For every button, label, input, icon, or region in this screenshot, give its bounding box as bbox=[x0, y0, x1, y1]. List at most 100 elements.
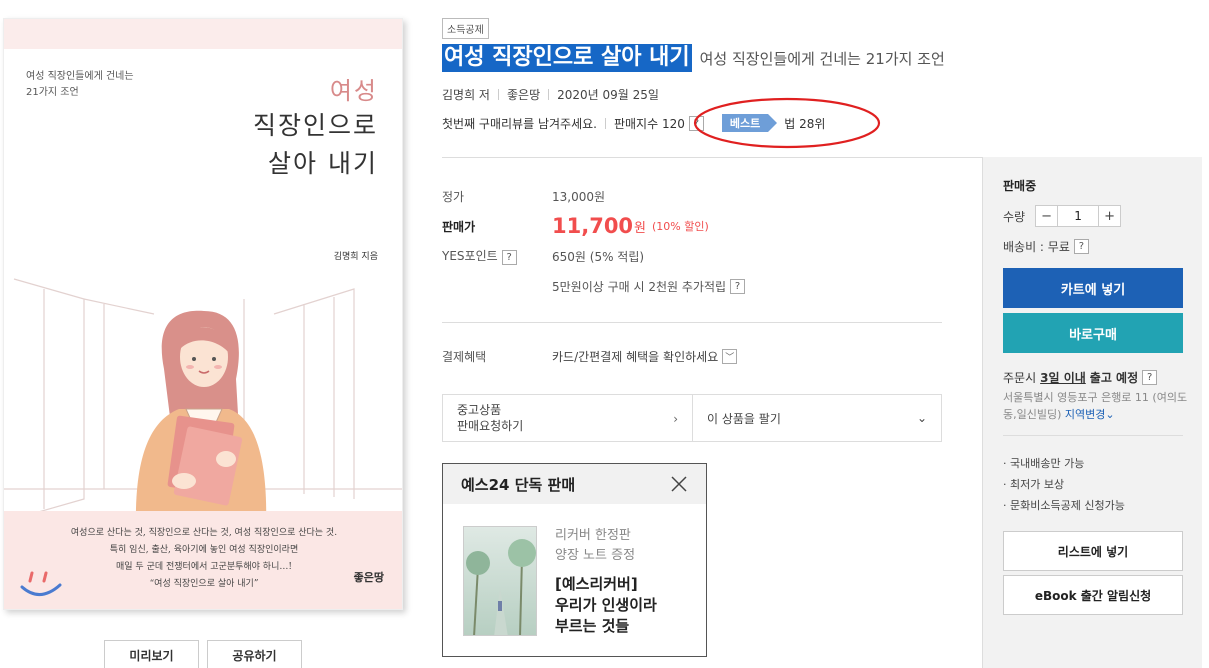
smile-icon bbox=[20, 571, 62, 596]
cover-title-line1: 여성 bbox=[329, 77, 378, 105]
sell-product-dropdown[interactable]: 이 상품을 팔기 ⌄ bbox=[693, 395, 941, 441]
publisher-link[interactable]: 좋은땅 bbox=[507, 86, 540, 103]
cover-quote-line: 특히 임신, 출산, 육아기에 놓인 여성 직장인이라면 bbox=[109, 545, 299, 555]
shipping-notes: · 국내배송만 가능 · 최저가 보상 · 문화비소득공제 신청가능 bbox=[1003, 453, 1125, 516]
quantity-input[interactable]: 1 bbox=[1058, 206, 1098, 226]
quantity-stepper: − 1 + bbox=[1035, 205, 1122, 227]
sale-status: 판매중 bbox=[1003, 179, 1037, 193]
ebook-alert-button[interactable]: eBook 출간 알림신청 bbox=[1003, 575, 1183, 615]
preview-button[interactable]: 미리보기 bbox=[104, 640, 199, 668]
share-button[interactable]: 공유하기 bbox=[207, 640, 302, 668]
order-suffix: 출고 예정 bbox=[1089, 371, 1139, 385]
exclusive-promo[interactable]: 예스24 단독 판매 리커버 한정판 양장 노트 증정 [예스리커버] 우리가 … bbox=[442, 463, 707, 657]
exclusive-line2: 우리가 인생이라 bbox=[555, 596, 657, 614]
quantity-label: 수량 bbox=[1003, 209, 1026, 224]
plus-button[interactable]: + bbox=[1098, 206, 1120, 226]
cover-actions: 미리보기 공유하기 bbox=[104, 640, 302, 668]
exclusive-gray1: 리커버 한정판 bbox=[555, 528, 631, 543]
delivery-address: 서울특별시 영등포구 은행로 11 (여의도동,일신빌딩) 지역변경⌄ bbox=[1003, 389, 1193, 423]
product-subtitle: 여성 직장인들에게 건네는 21가지 조언 bbox=[699, 50, 945, 68]
cover-publisher: 좋은땅 bbox=[353, 571, 384, 584]
quantity-row: 수량 − 1 + bbox=[1003, 205, 1122, 227]
point-label: YES포인트 bbox=[442, 249, 498, 263]
sell-product-label: 이 상품을 팔기 bbox=[707, 411, 781, 426]
chevron-down-icon[interactable]: ﹀ bbox=[722, 349, 738, 364]
review-prompt-link[interactable]: 첫번째 구매리뷰를 남겨주세요. bbox=[442, 115, 597, 132]
publish-date: 2020년 09월 25일 bbox=[557, 88, 659, 102]
best-rank-link[interactable]: 법 28위 bbox=[784, 115, 825, 132]
chevron-right-icon: › bbox=[673, 412, 678, 426]
change-region-label: 지역변경 bbox=[1064, 408, 1106, 421]
product-title-row: 여성 직장인으로 살아 내기 여성 직장인들에게 건네는 21가지 조언 bbox=[442, 44, 945, 72]
buy-now-button[interactable]: 바로구매 bbox=[1003, 313, 1183, 353]
payment-benefit-value: 카드/간편결제 혜택을 확인하세요 bbox=[552, 350, 719, 364]
cover-quote-line: “여성 직장인으로 살아 내기” bbox=[149, 579, 259, 589]
add-to-wishlist-button[interactable]: 리스트에 넣기 bbox=[1003, 531, 1183, 571]
cover-top-band bbox=[4, 19, 402, 49]
used-line2: 판매요청하기 bbox=[457, 419, 524, 433]
author-link[interactable]: 김명희 저 bbox=[442, 86, 490, 103]
shipping-fee: 배송비 : 무료 bbox=[1003, 240, 1070, 254]
note-item: · 최저가 보상 bbox=[1003, 478, 1065, 491]
help-icon[interactable]: ? bbox=[688, 115, 704, 131]
cover-quote-line: 여성으로 산다는 것, 직장인으로 산다는 것, 여성 직장인으로 산다는 것. bbox=[70, 528, 338, 538]
cover-quote: 여성으로 산다는 것, 직장인으로 산다는 것, 여성 직장인으로 산다는 것.… bbox=[44, 525, 364, 593]
extra-point: 5만원이상 구매 시 2천원 추가적립 bbox=[552, 279, 727, 294]
list-price-row: 정가 13,000원 bbox=[442, 184, 942, 208]
exclusive-book-title[interactable]: [예스리커버] 우리가 인생이라 부르는 것들 bbox=[555, 574, 657, 637]
recover-book-thumbnail[interactable] bbox=[463, 526, 537, 636]
sale-price: 11,700 원 (10% 할인) bbox=[552, 214, 709, 238]
help-icon[interactable]: ? bbox=[501, 250, 517, 265]
chevron-down-icon: ⌄ bbox=[1105, 408, 1115, 421]
used-request-button[interactable]: 중고상품 판매요청하기 › bbox=[443, 395, 693, 441]
close-icon[interactable] bbox=[670, 475, 688, 493]
divider bbox=[604, 117, 606, 129]
exclusive-line1: [예스리커버] bbox=[555, 575, 638, 593]
deduction-badge: 소득공제 bbox=[442, 18, 489, 39]
change-region-link[interactable]: 지역변경⌄ bbox=[1065, 408, 1115, 421]
book-cover[interactable]: 여성 직장인들에게 건네는 21가지 조언 여성 직장인으로 살아 내기 김명희… bbox=[3, 18, 403, 610]
chevron-down-icon: ⌄ bbox=[916, 411, 927, 425]
used-line1: 중고상품 bbox=[457, 403, 502, 417]
purchase-panel: 판매중 수량 − 1 + 배송비 : 무료 ? 카트에 넣기 바로구매 주문시 … bbox=[982, 157, 1202, 668]
sale-price-unit: 원 bbox=[634, 220, 647, 236]
extra-point-row: 5만원이상 구매 시 2천원 추가적립? bbox=[442, 274, 942, 298]
divider bbox=[548, 89, 550, 100]
help-icon[interactable]: ? bbox=[1073, 239, 1089, 254]
minus-button[interactable]: − bbox=[1036, 206, 1059, 226]
sale-discount: (10% 할인) bbox=[652, 220, 709, 233]
delivery-estimate: 주문시 3일 이내 출고 예정 ? bbox=[1003, 369, 1158, 386]
add-to-cart-button[interactable]: 카트에 넣기 bbox=[1003, 268, 1183, 308]
cover-title-line2: 직장인으로 bbox=[252, 111, 378, 140]
help-icon[interactable]: ? bbox=[730, 278, 746, 294]
tree-illustration-icon bbox=[466, 539, 536, 635]
note-item: · 국내배송만 가능 bbox=[1003, 457, 1085, 470]
order-days: 3일 이내 bbox=[1040, 371, 1086, 385]
shipping-row: 배송비 : 무료 ? bbox=[1003, 238, 1089, 255]
sales-index: 판매지수 120 bbox=[613, 116, 685, 131]
divider bbox=[442, 157, 982, 158]
point-value: 650원 (5% 적립) bbox=[552, 249, 645, 264]
cover-quote-line: 매일 두 군데 전쟁터에서 고군분투해야 하니…! bbox=[116, 562, 292, 572]
price-table: 정가 13,000원 판매가 11,700 원 (10% 할인) YES포인트?… bbox=[442, 184, 942, 304]
sale-price-row: 판매가 11,700 원 (10% 할인) bbox=[442, 214, 942, 238]
sale-price-value: 11,700 bbox=[552, 214, 634, 238]
used-product-box: 중고상품 판매요청하기 › 이 상품을 팔기 ⌄ bbox=[442, 394, 942, 442]
cover-title-line3: 살아 내기 bbox=[268, 149, 378, 178]
exclusive-header: 예스24 단독 판매 bbox=[443, 464, 706, 504]
exclusive-title: 예스24 단독 판매 bbox=[461, 475, 576, 494]
list-price-value: 13,000원 bbox=[552, 189, 606, 204]
help-icon[interactable]: ? bbox=[1142, 370, 1158, 385]
product-meta: 김명희 저 좋은땅 2020년 09월 25일 bbox=[442, 86, 659, 103]
extra-point-wrap: 5만원이상 구매 시 2천원 추가적립? bbox=[552, 278, 746, 295]
note-item: · 문화비소득공제 신청가능 bbox=[1003, 499, 1125, 512]
best-badge: 베스트 bbox=[721, 114, 778, 132]
divider bbox=[442, 322, 942, 323]
cover-illustration bbox=[4, 278, 402, 529]
point-label-wrap: YES포인트? bbox=[442, 247, 552, 265]
cover-subtitle: 여성 직장인들에게 건네는 21가지 조언 bbox=[26, 71, 134, 98]
sale-price-label: 판매가 bbox=[442, 219, 476, 234]
cover-title: 직장인으로 살아 내기 bbox=[253, 107, 378, 183]
exclusive-gray2: 양장 노트 증정 bbox=[555, 548, 636, 563]
product-title: 여성 직장인으로 살아 내기 bbox=[442, 44, 692, 72]
